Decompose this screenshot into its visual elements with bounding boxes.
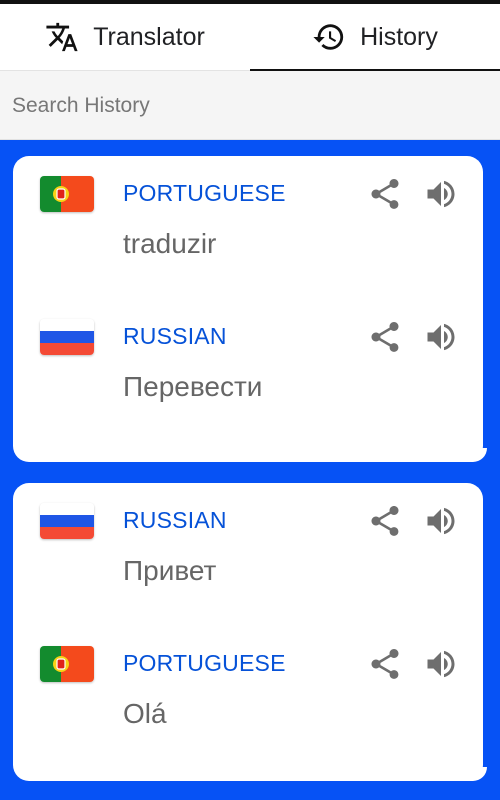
- portugal-flag-icon: [40, 176, 94, 212]
- translation-text: traduzir: [123, 228, 217, 259]
- speaker-icon[interactable]: [421, 503, 461, 539]
- history-icon: [312, 20, 346, 54]
- history-entry: PORTUGUESE Olá: [13, 626, 483, 736]
- share-icon[interactable]: [367, 646, 403, 682]
- search-bar: [0, 71, 500, 140]
- history-card: RUSSIAN Привет PORTUGUESE Olá: [13, 483, 487, 781]
- share-icon[interactable]: [367, 503, 403, 539]
- history-entry: RUSSIAN Привет: [13, 483, 483, 593]
- history-card: PORTUGUESE traduzir RUSSIAN Перевести: [13, 156, 487, 462]
- translation-text: Olá: [123, 698, 167, 729]
- tab-history[interactable]: History: [250, 4, 500, 70]
- tab-history-label: History: [360, 22, 438, 51]
- tab-bar: Translator History: [0, 4, 500, 73]
- language-label: RUSSIAN: [123, 323, 227, 349]
- russia-flag-icon: [40, 319, 94, 355]
- speaker-icon[interactable]: [421, 319, 461, 355]
- translate-icon: [45, 20, 79, 54]
- language-label: RUSSIAN: [123, 507, 227, 533]
- tab-translator-label: Translator: [93, 22, 205, 51]
- history-entry: RUSSIAN Перевести: [13, 299, 483, 409]
- share-icon[interactable]: [367, 319, 403, 355]
- language-label: PORTUGUESE: [123, 650, 286, 676]
- speaker-icon[interactable]: [421, 646, 461, 682]
- russia-flag-icon: [40, 503, 94, 539]
- history-entry: PORTUGUESE traduzir: [13, 156, 483, 266]
- translation-text: Привет: [123, 555, 217, 586]
- language-label: PORTUGUESE: [123, 180, 286, 206]
- share-icon[interactable]: [367, 176, 403, 212]
- history-list: PORTUGUESE traduzir RUSSIAN Перевести RU…: [0, 140, 500, 800]
- search-input[interactable]: [10, 85, 484, 127]
- tab-translator[interactable]: Translator: [0, 4, 250, 70]
- portugal-flag-icon: [40, 646, 94, 682]
- translation-text: Перевести: [123, 371, 263, 402]
- speaker-icon[interactable]: [421, 176, 461, 212]
